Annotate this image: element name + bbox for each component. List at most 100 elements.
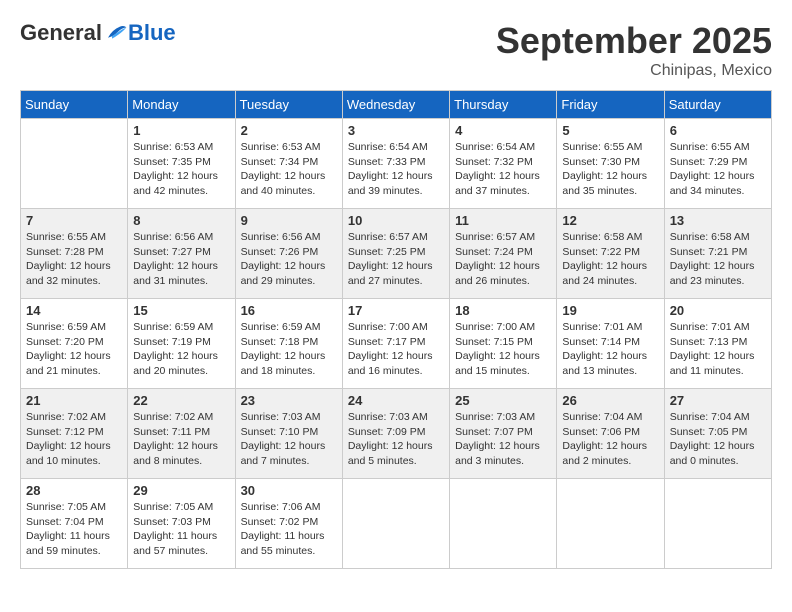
calendar-cell: 27Sunrise: 7:04 AM Sunset: 7:05 PM Dayli…	[664, 389, 771, 479]
calendar-cell: 16Sunrise: 6:59 AM Sunset: 7:18 PM Dayli…	[235, 299, 342, 389]
day-number: 13	[670, 213, 766, 228]
calendar-cell: 11 Sunrise: 6:57 AM Sunset: 7:24 PM Dayli…	[450, 209, 557, 299]
calendar-cell: 14 Sunrise: 6:59 AM Sunset: 7:20 PM Dayli…	[21, 299, 128, 389]
day-number: 4	[455, 123, 551, 138]
day-number: 8	[133, 213, 229, 228]
logo: General Blue	[20, 20, 176, 46]
day-info: Sunrise: 6:58 AM Sunset: 7:21 PM Dayligh…	[670, 230, 766, 289]
calendar-cell	[342, 479, 449, 569]
day-number: 16	[241, 303, 337, 318]
day-info: Sunrise: 6:57 AM Sunset: 7:24 PM Dayligh…	[455, 230, 551, 289]
day-info: Sunrise: 7:02 AM Sunset: 7:12 PM Dayligh…	[26, 410, 122, 469]
day-info: Sunrise: 6:58 AM Sunset: 7:22 PM Dayligh…	[562, 230, 658, 289]
calendar-cell: 22Sunrise: 7:02 AM Sunset: 7:11 PM Dayli…	[128, 389, 235, 479]
day-number: 3	[348, 123, 444, 138]
calendar-cell: 13 Sunrise: 6:58 AM Sunset: 7:21 PM Dayli…	[664, 209, 771, 299]
header-friday: Friday	[557, 91, 664, 119]
day-info: Sunrise: 6:57 AM Sunset: 7:25 PM Dayligh…	[348, 230, 444, 289]
header-tuesday: Tuesday	[235, 91, 342, 119]
logo-blue: Blue	[128, 20, 176, 46]
calendar-week-row: 28Sunrise: 7:05 AM Sunset: 7:04 PM Dayli…	[21, 479, 772, 569]
calendar-cell: 24 Sunrise: 7:03 AM Sunset: 7:09 PM Dayli…	[342, 389, 449, 479]
day-info: Sunrise: 7:00 AM Sunset: 7:17 PM Dayligh…	[348, 320, 444, 379]
day-number: 24	[348, 393, 444, 408]
month-title: September 2025	[496, 20, 772, 62]
day-number: 23	[241, 393, 337, 408]
calendar-header-row: SundayMondayTuesdayWednesdayThursdayFrid…	[21, 91, 772, 119]
calendar-cell: 29Sunrise: 7:05 AM Sunset: 7:03 PM Dayli…	[128, 479, 235, 569]
calendar-cell: 9Sunrise: 6:56 AM Sunset: 7:26 PM Daylig…	[235, 209, 342, 299]
calendar-cell: 3 Sunrise: 6:54 AM Sunset: 7:33 PM Daylig…	[342, 119, 449, 209]
day-number: 1	[133, 123, 229, 138]
calendar-week-row: 1Sunrise: 6:53 AM Sunset: 7:35 PM Daylig…	[21, 119, 772, 209]
day-info: Sunrise: 6:55 AM Sunset: 7:28 PM Dayligh…	[26, 230, 122, 289]
day-info: Sunrise: 7:01 AM Sunset: 7:14 PM Dayligh…	[562, 320, 658, 379]
calendar-week-row: 7 Sunrise: 6:55 AM Sunset: 7:28 PM Daylig…	[21, 209, 772, 299]
day-info: Sunrise: 6:54 AM Sunset: 7:33 PM Dayligh…	[348, 140, 444, 199]
calendar-cell: 28Sunrise: 7:05 AM Sunset: 7:04 PM Dayli…	[21, 479, 128, 569]
day-info: Sunrise: 7:01 AM Sunset: 7:13 PM Dayligh…	[670, 320, 766, 379]
day-number: 5	[562, 123, 658, 138]
day-info: Sunrise: 6:54 AM Sunset: 7:32 PM Dayligh…	[455, 140, 551, 199]
day-info: Sunrise: 7:04 AM Sunset: 7:06 PM Dayligh…	[562, 410, 658, 469]
day-number: 11	[455, 213, 551, 228]
header-sunday: Sunday	[21, 91, 128, 119]
calendar-week-row: 21 Sunrise: 7:02 AM Sunset: 7:12 PM Dayli…	[21, 389, 772, 479]
calendar-cell: 23 Sunrise: 7:03 AM Sunset: 7:10 PM Dayli…	[235, 389, 342, 479]
day-number: 17	[348, 303, 444, 318]
day-info: Sunrise: 7:02 AM Sunset: 7:11 PM Dayligh…	[133, 410, 229, 469]
calendar-cell: 21 Sunrise: 7:02 AM Sunset: 7:12 PM Dayli…	[21, 389, 128, 479]
calendar-cell	[21, 119, 128, 209]
day-number: 10	[348, 213, 444, 228]
calendar-cell: 7 Sunrise: 6:55 AM Sunset: 7:28 PM Daylig…	[21, 209, 128, 299]
day-number: 21	[26, 393, 122, 408]
day-number: 12	[562, 213, 658, 228]
day-number: 6	[670, 123, 766, 138]
calendar-cell: 19 Sunrise: 7:01 AM Sunset: 7:14 PM Dayli…	[557, 299, 664, 389]
day-number: 19	[562, 303, 658, 318]
day-info: Sunrise: 7:03 AM Sunset: 7:09 PM Dayligh…	[348, 410, 444, 469]
day-info: Sunrise: 7:06 AM Sunset: 7:02 PM Dayligh…	[241, 500, 337, 559]
calendar-cell: 25 Sunrise: 7:03 AM Sunset: 7:07 PM Dayli…	[450, 389, 557, 479]
calendar-cell	[557, 479, 664, 569]
header-saturday: Saturday	[664, 91, 771, 119]
day-number: 29	[133, 483, 229, 498]
calendar-cell	[664, 479, 771, 569]
day-info: Sunrise: 7:03 AM Sunset: 7:07 PM Dayligh…	[455, 410, 551, 469]
calendar-cell: 15Sunrise: 6:59 AM Sunset: 7:19 PM Dayli…	[128, 299, 235, 389]
day-info: Sunrise: 6:59 AM Sunset: 7:20 PM Dayligh…	[26, 320, 122, 379]
calendar-week-row: 14 Sunrise: 6:59 AM Sunset: 7:20 PM Dayli…	[21, 299, 772, 389]
day-number: 26	[562, 393, 658, 408]
day-number: 27	[670, 393, 766, 408]
day-number: 30	[241, 483, 337, 498]
day-info: Sunrise: 6:56 AM Sunset: 7:27 PM Dayligh…	[133, 230, 229, 289]
header-monday: Monday	[128, 91, 235, 119]
calendar-cell: 1Sunrise: 6:53 AM Sunset: 7:35 PM Daylig…	[128, 119, 235, 209]
day-info: Sunrise: 6:55 AM Sunset: 7:30 PM Dayligh…	[562, 140, 658, 199]
day-info: Sunrise: 7:05 AM Sunset: 7:04 PM Dayligh…	[26, 500, 122, 559]
day-number: 25	[455, 393, 551, 408]
calendar-cell: 30 Sunrise: 7:06 AM Sunset: 7:02 PM Dayli…	[235, 479, 342, 569]
day-info: Sunrise: 7:00 AM Sunset: 7:15 PM Dayligh…	[455, 320, 551, 379]
day-number: 14	[26, 303, 122, 318]
day-number: 18	[455, 303, 551, 318]
location: Chinipas, Mexico	[496, 62, 772, 80]
day-number: 2	[241, 123, 337, 138]
calendar-cell: 10 Sunrise: 6:57 AM Sunset: 7:25 PM Dayli…	[342, 209, 449, 299]
calendar-cell: 4 Sunrise: 6:54 AM Sunset: 7:32 PM Daylig…	[450, 119, 557, 209]
calendar-cell: 12 Sunrise: 6:58 AM Sunset: 7:22 PM Dayli…	[557, 209, 664, 299]
calendar-cell: 8 Sunrise: 6:56 AM Sunset: 7:27 PM Daylig…	[128, 209, 235, 299]
calendar-cell: 17 Sunrise: 7:00 AM Sunset: 7:17 PM Dayli…	[342, 299, 449, 389]
calendar-cell: 5 Sunrise: 6:55 AM Sunset: 7:30 PM Daylig…	[557, 119, 664, 209]
title-section: September 2025 Chinipas, Mexico	[496, 20, 772, 80]
day-info: Sunrise: 7:03 AM Sunset: 7:10 PM Dayligh…	[241, 410, 337, 469]
page-header: General Blue September 2025 Chinipas, Me…	[20, 20, 772, 80]
calendar-table: SundayMondayTuesdayWednesdayThursdayFrid…	[20, 90, 772, 569]
day-number: 15	[133, 303, 229, 318]
calendar-cell: 26 Sunrise: 7:04 AM Sunset: 7:06 PM Dayli…	[557, 389, 664, 479]
day-info: Sunrise: 6:56 AM Sunset: 7:26 PM Dayligh…	[241, 230, 337, 289]
day-info: Sunrise: 6:55 AM Sunset: 7:29 PM Dayligh…	[670, 140, 766, 199]
day-number: 20	[670, 303, 766, 318]
calendar-cell: 20 Sunrise: 7:01 AM Sunset: 7:13 PM Dayli…	[664, 299, 771, 389]
day-number: 7	[26, 213, 122, 228]
